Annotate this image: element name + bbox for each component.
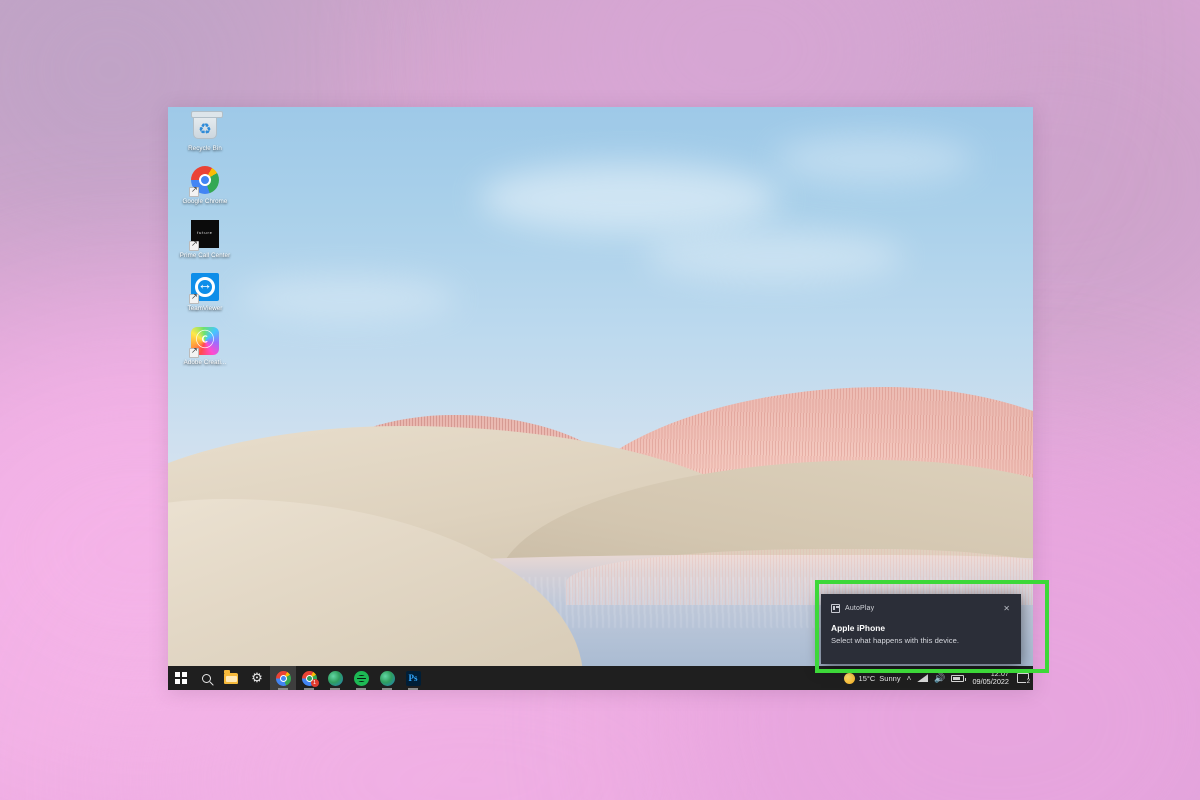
shortcut-arrow-icon xyxy=(189,292,199,305)
taskbar-item-file-explorer[interactable] xyxy=(218,666,244,690)
taskbar-item-google-chrome[interactable] xyxy=(270,666,296,690)
spotify-icon xyxy=(353,670,369,686)
desktop-icon-label: Recycle Bin xyxy=(188,145,222,152)
autoplay-app-icon xyxy=(831,603,840,613)
taskbar-item-settings[interactable]: ⚙ xyxy=(244,666,270,690)
start-button[interactable] xyxy=(168,666,194,690)
sun-icon xyxy=(843,672,855,684)
recycle-bin-icon xyxy=(190,111,223,143)
shortcut-arrow-icon xyxy=(189,346,199,358)
microsoft-edge-icon xyxy=(379,670,395,686)
taskbar: ⚙ 1 Ps 15°C Sunny ˄ 🔊 12:07 09/05/2022 2 xyxy=(168,666,1033,690)
desktop-icon-prime-call-center[interactable]: Prime Call Center xyxy=(174,219,236,259)
desktop-icon-google-chrome[interactable]: Google Chrome xyxy=(174,166,236,205)
adobe-creative-cloud-icon xyxy=(189,326,220,358)
notification-header: AutoPlay ✕ xyxy=(831,602,1011,614)
shortcut-arrow-icon xyxy=(189,185,199,198)
battery-icon[interactable] xyxy=(951,674,967,682)
wallpaper-cloud xyxy=(773,135,974,183)
desktop-icon-label: Prime Call Center xyxy=(179,251,231,259)
teamviewer-icon xyxy=(189,273,220,305)
search-button[interactable] xyxy=(194,666,218,690)
google-chrome-icon: 1 xyxy=(301,670,319,687)
close-icon[interactable]: ✕ xyxy=(1002,604,1011,613)
volume-icon[interactable]: 🔊 xyxy=(934,673,945,683)
shortcut-arrow-icon xyxy=(189,239,199,251)
desktop-icon-label: Adobe Creati... xyxy=(183,358,227,366)
google-chrome-icon xyxy=(275,670,291,686)
weather-widget[interactable]: 15°C Sunny xyxy=(843,672,901,684)
taskbar-item-whatsapp[interactable] xyxy=(322,666,348,690)
desktop-icon-adobe-creative-cloud[interactable]: Adobe Creati... xyxy=(174,326,236,366)
wallpaper-cloud xyxy=(479,163,780,233)
google-chrome-icon xyxy=(189,166,220,198)
taskbar-item-google-chrome-2[interactable]: 1 xyxy=(296,666,322,690)
desktop-icon-label: Google Chrome xyxy=(182,198,228,206)
taskbar-left-group: ⚙ 1 Ps xyxy=(168,666,426,690)
search-icon xyxy=(201,673,211,683)
desktop-icon-label: TeamViewer xyxy=(187,305,223,313)
desktop-icon-teamviewer[interactable]: TeamViewer xyxy=(174,273,236,312)
desktop-wallpaper xyxy=(168,107,1033,667)
prime-call-center-icon xyxy=(189,219,220,251)
notification-center-icon[interactable] xyxy=(1017,673,1031,685)
gear-icon: ⚙ xyxy=(251,670,263,685)
system-tray: 15°C Sunny ˄ 🔊 12:07 09/05/2022 xyxy=(843,666,1033,690)
weather-temperature: 15°C xyxy=(858,673,876,683)
clock-date: 09/05/2022 xyxy=(972,677,1009,686)
windows-logo-icon xyxy=(175,672,187,684)
notification-subtitle: Select what happens with this device. xyxy=(831,636,960,645)
chevron-up-icon[interactable]: ˄ xyxy=(907,674,912,683)
wallpaper-cloud xyxy=(643,230,904,283)
taskbar-item-microsoft-edge[interactable] xyxy=(374,666,400,690)
whatsapp-icon xyxy=(327,670,343,686)
notification-badge: 1 xyxy=(310,678,319,687)
notification-app-name: AutoPlay xyxy=(845,604,875,612)
notification-title: Apple iPhone xyxy=(831,623,886,633)
file-explorer-icon xyxy=(224,670,238,684)
desktop-icon-recycle-bin[interactable]: Recycle Bin xyxy=(174,111,236,152)
desktop-icon-grid: Recycle Bin Google Chrome Prime Call Cen… xyxy=(174,111,236,380)
autoplay-notification[interactable]: AutoPlay ✕ Apple iPhone Select what happ… xyxy=(821,594,1021,664)
clock[interactable]: 12:07 09/05/2022 xyxy=(970,669,1009,687)
weather-condition: Sunny xyxy=(879,673,901,683)
taskbar-item-spotify[interactable] xyxy=(348,666,374,690)
wallpaper-cloud xyxy=(237,275,458,321)
photoshop-icon: Ps xyxy=(405,670,421,686)
windows-desktop-screen: Recycle Bin Google Chrome Prime Call Cen… xyxy=(168,107,1033,690)
network-icon[interactable] xyxy=(917,674,929,682)
taskbar-item-photoshop[interactable]: Ps xyxy=(400,666,426,690)
